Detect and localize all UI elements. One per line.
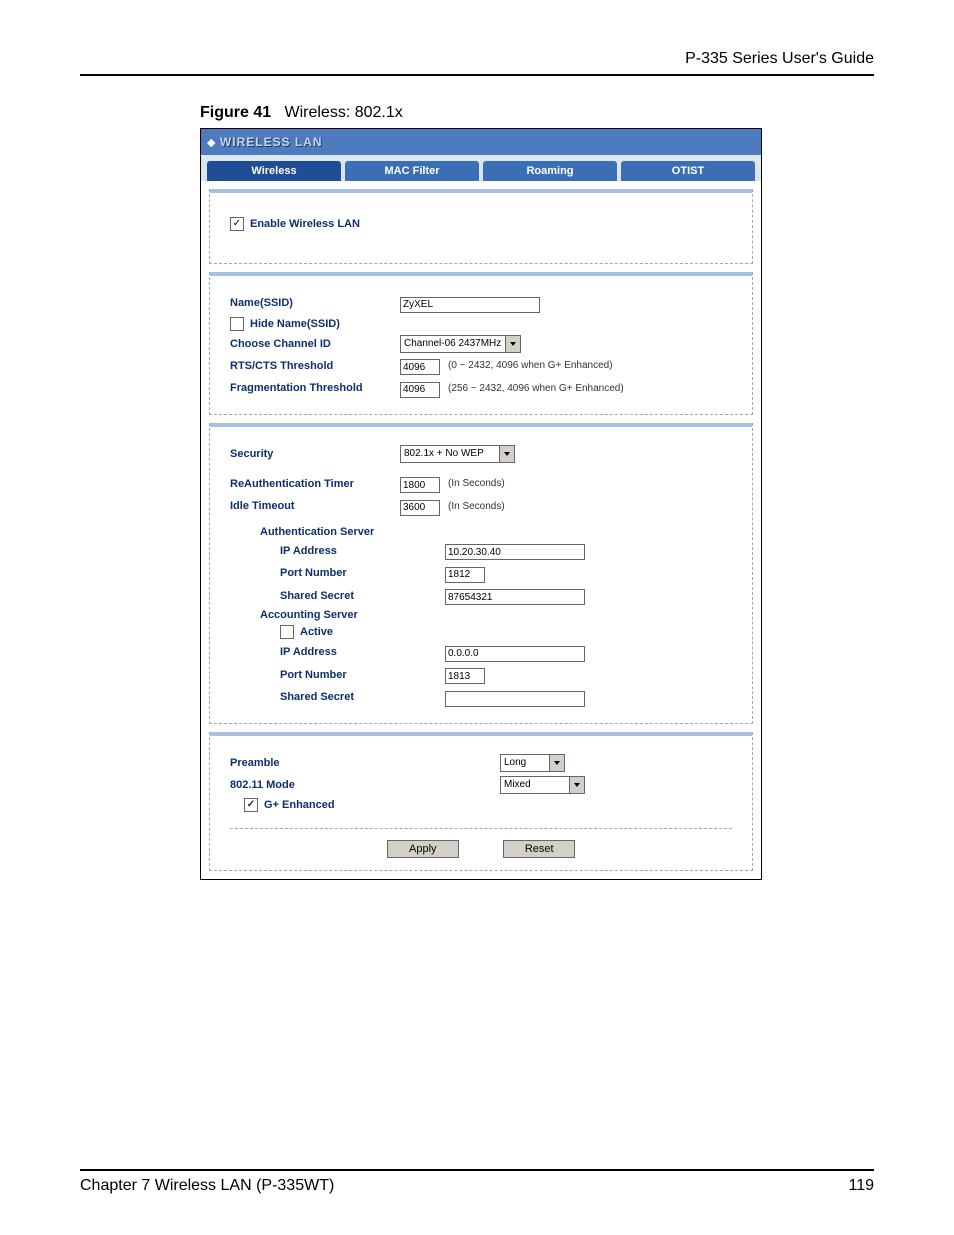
section-basic: Name(SSID) Hide Name(SSID) Choose Channe… [209, 272, 753, 415]
acct-active-label: Active [300, 626, 333, 638]
auth-ip-label: IP Address [230, 545, 445, 557]
idle-label: Idle Timeout [230, 500, 400, 512]
mode-value: Mixed [504, 779, 531, 790]
figure-caption: Figure 41 Wireless: 802.1x [200, 104, 874, 122]
auth-port-label: Port Number [230, 567, 445, 579]
preamble-label: Preamble [230, 757, 500, 769]
acct-server-header: Accounting Server [230, 609, 425, 621]
auth-secret-label: Shared Secret [230, 590, 445, 602]
idle-input[interactable] [400, 500, 440, 516]
panel-title: WIRELESS LAN [220, 135, 323, 149]
auth-port-input[interactable] [445, 567, 485, 583]
tab-mac-filter[interactable]: MAC Filter [345, 161, 479, 181]
rts-label: RTS/CTS Threshold [230, 360, 400, 372]
reauth-label: ReAuthentication Timer [230, 478, 400, 490]
top-rule [80, 74, 874, 76]
panel-title-bar: ◆ WIRELESS LAN [201, 129, 761, 155]
reauth-input[interactable] [400, 477, 440, 493]
figure-title: Wireless: 802.1x [284, 104, 402, 121]
button-row: Apply Reset [230, 828, 732, 858]
acct-port-input[interactable] [445, 668, 485, 684]
section-advanced: Preamble Long 802.11 Mode Mixed ✓ [209, 732, 753, 871]
enable-wlan-checkbox[interactable]: ✓ [230, 217, 244, 231]
section-enable: ✓ Enable Wireless LAN [209, 189, 753, 264]
acct-ip-input[interactable] [445, 646, 585, 662]
section-security: Security 802.1x + No WEP ReAuthenticatio… [209, 423, 753, 724]
tab-roaming[interactable]: Roaming [483, 161, 617, 181]
channel-value: Channel-06 2437MHz [404, 338, 501, 349]
reauth-hint: (In Seconds) [448, 478, 505, 489]
bottom-rule [80, 1169, 874, 1171]
rts-hint: (0 ~ 2432, 4096 when G+ Enhanced) [448, 360, 613, 371]
mode-select[interactable]: Mixed [500, 776, 585, 794]
ssid-input[interactable] [400, 297, 540, 313]
acct-port-label: Port Number [230, 669, 445, 681]
mode-label: 802.11 Mode [230, 779, 500, 791]
ssid-label: Name(SSID) [230, 297, 400, 309]
rts-input[interactable] [400, 359, 440, 375]
chevron-down-icon [499, 446, 514, 462]
expand-icon: ◆ [207, 137, 215, 149]
chapter-title: Chapter 7 Wireless LAN (P-335WT) [80, 1177, 334, 1195]
acct-active-checkbox[interactable] [280, 625, 294, 639]
tab-otist[interactable]: OTIST [621, 161, 755, 181]
hide-ssid-label: Hide Name(SSID) [250, 318, 340, 330]
channel-label: Choose Channel ID [230, 338, 400, 350]
page-number: 119 [848, 1177, 874, 1195]
security-select[interactable]: 802.1x + No WEP [400, 445, 515, 463]
page-footer: Chapter 7 Wireless LAN (P-335WT) 119 [80, 1169, 874, 1195]
apply-button[interactable]: Apply [387, 840, 459, 858]
chevron-down-icon [505, 336, 520, 352]
acct-secret-input[interactable] [445, 691, 585, 707]
preamble-value: Long [504, 757, 526, 768]
frag-hint: (256 ~ 2432, 4096 when G+ Enhanced) [448, 383, 624, 394]
screenshot-panel: ◆ WIRELESS LAN Wireless MAC Filter Roami… [200, 128, 762, 880]
auth-secret-input[interactable] [445, 589, 585, 605]
acct-secret-label: Shared Secret [230, 691, 445, 703]
hide-ssid-checkbox[interactable] [230, 317, 244, 331]
frag-input[interactable] [400, 382, 440, 398]
figure-label: Figure 41 [200, 104, 271, 121]
chevron-down-icon [549, 755, 564, 771]
running-header: P-335 Series User's Guide [80, 50, 874, 68]
channel-select[interactable]: Channel-06 2437MHz [400, 335, 521, 353]
gplus-checkbox[interactable]: ✓ [244, 798, 258, 812]
gplus-label: G+ Enhanced [264, 799, 335, 811]
security-value: 802.1x + No WEP [404, 448, 484, 459]
auth-server-header: Authentication Server [230, 526, 425, 538]
enable-wlan-label: Enable Wireless LAN [250, 218, 360, 230]
tabs-row: Wireless MAC Filter Roaming OTIST [201, 155, 761, 181]
security-label: Security [230, 448, 400, 460]
auth-ip-input[interactable] [445, 544, 585, 560]
tab-wireless[interactable]: Wireless [207, 161, 341, 181]
idle-hint: (In Seconds) [448, 501, 505, 512]
chevron-down-icon [569, 777, 584, 793]
preamble-select[interactable]: Long [500, 754, 565, 772]
frag-label: Fragmentation Threshold [230, 382, 400, 394]
reset-button[interactable]: Reset [503, 840, 575, 858]
acct-ip-label: IP Address [230, 646, 445, 658]
